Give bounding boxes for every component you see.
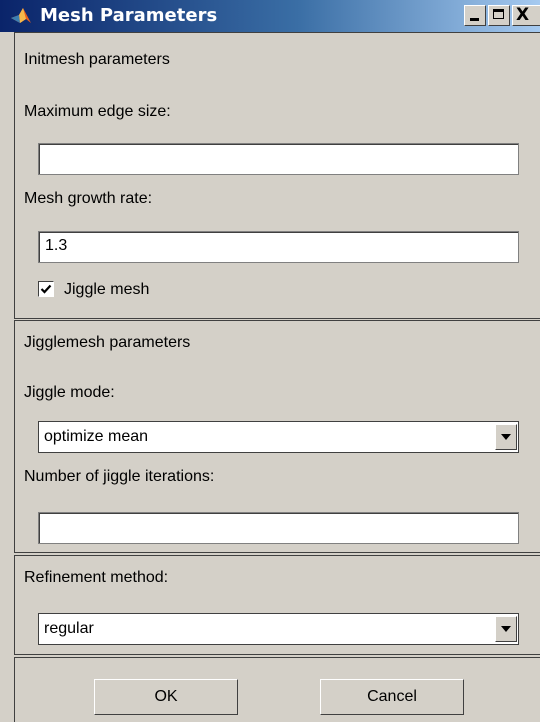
maximize-button[interactable] [488,5,510,26]
matlab-logo-icon [11,8,31,23]
close-button[interactable]: X [512,5,540,26]
jiggle-mesh-label: Jiggle mesh [64,281,150,298]
ok-button[interactable]: OK [94,679,238,715]
minimize-button[interactable] [464,5,486,26]
jiggle-mesh-checkbox[interactable] [38,281,54,297]
max-edge-size-label: Maximum edge size: [24,103,171,120]
title-bar[interactable]: Mesh Parameters X [0,0,540,32]
jiggle-mode-label: Jiggle mode: [24,384,115,401]
jiggle-iterations-label: Number of jiggle iterations: [24,468,215,485]
mesh-parameters-window: Mesh Parameters X Initmesh parameters Ma… [0,0,540,722]
jiggle-mode-value: optimize mean [44,428,149,445]
window-title: Mesh Parameters [40,5,218,26]
refinement-method-value: regular [44,620,94,637]
jigglemesh-section-label: Jigglemesh parameters [24,334,191,351]
mesh-growth-rate-input[interactable]: 1.3 [38,231,519,263]
refinement-method-select[interactable]: regular [38,613,519,645]
max-edge-size-input[interactable] [38,143,519,175]
mesh-growth-rate-label: Mesh growth rate: [24,190,153,207]
jiggle-mode-select[interactable]: optimize mean [38,421,519,453]
jiggle-iterations-input[interactable] [38,512,519,544]
initmesh-section-label: Initmesh parameters [24,51,170,68]
close-icon: X [516,5,530,25]
refinement-method-label: Refinement method: [24,569,169,586]
dropdown-arrow-icon[interactable] [495,424,517,450]
initmesh-panel [14,32,540,319]
dropdown-arrow-icon[interactable] [495,616,517,642]
cancel-button[interactable]: Cancel [320,679,464,715]
checkmark-icon [40,284,52,294]
